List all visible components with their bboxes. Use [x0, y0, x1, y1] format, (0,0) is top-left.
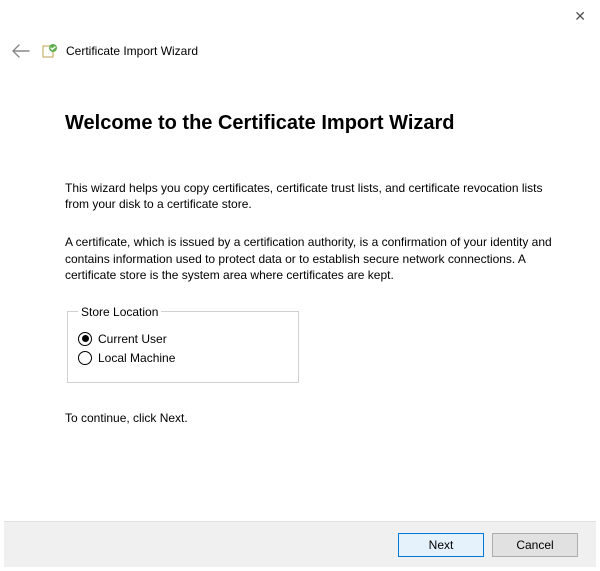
radio-local-machine[interactable]: Local Machine: [78, 351, 288, 365]
radio-icon[interactable]: [78, 332, 92, 346]
intro-paragraph-1: This wizard helps you copy certificates,…: [65, 180, 555, 212]
radio-icon[interactable]: [78, 351, 92, 365]
radio-label: Current User: [98, 332, 167, 346]
header-title: Certificate Import Wizard: [66, 44, 198, 58]
store-location-legend: Store Location: [78, 305, 161, 319]
back-arrow-icon[interactable]: [12, 44, 30, 58]
store-location-group: Store Location Current User Local Machin…: [67, 305, 299, 383]
radio-label: Local Machine: [98, 351, 175, 365]
close-icon[interactable]: ✕: [574, 8, 586, 25]
radio-current-user[interactable]: Current User: [78, 332, 288, 346]
cancel-button[interactable]: Cancel: [492, 533, 578, 557]
next-button[interactable]: Next: [398, 533, 484, 557]
wizard-footer: Next Cancel: [4, 521, 596, 567]
wizard-content: Welcome to the Certificate Import Wizard…: [65, 112, 555, 425]
page-title: Welcome to the Certificate Import Wizard: [65, 112, 555, 135]
continue-text: To continue, click Next.: [65, 411, 555, 425]
intro-paragraph-2: A certificate, which is issued by a cert…: [65, 234, 555, 283]
wizard-header: Certificate Import Wizard: [0, 38, 600, 64]
certificate-wizard-icon: [42, 43, 58, 59]
